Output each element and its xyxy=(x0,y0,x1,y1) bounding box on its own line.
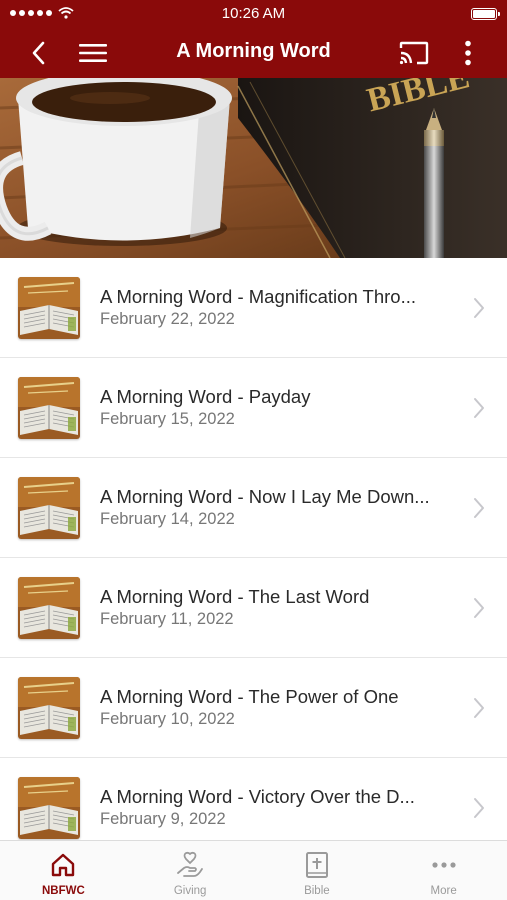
tab-bible[interactable]: Bible xyxy=(254,841,381,900)
more-vertical-icon xyxy=(465,40,471,66)
item-thumbnail xyxy=(18,777,80,839)
coffee-and-bible-illustration: BIBLE xyxy=(0,78,507,258)
item-title: A Morning Word - Payday xyxy=(100,386,311,407)
tab-label: NBFWC xyxy=(41,885,85,897)
item-title: A Morning Word - Victory Over the D... xyxy=(100,786,415,807)
item-date: February 11, 2022 xyxy=(100,610,234,628)
chevron-left-icon xyxy=(32,41,45,65)
overflow-menu-button[interactable] xyxy=(448,28,488,78)
list-item[interactable]: A Morning Word - Now I Lay Me Down... Fe… xyxy=(0,458,507,558)
item-date: February 9, 2022 xyxy=(100,810,226,828)
list-item[interactable]: A Morning Word - Magnification Thro... F… xyxy=(0,258,507,358)
open-bible-thumbnail-icon xyxy=(18,577,80,639)
chevron-right-icon xyxy=(474,398,484,418)
open-bible-thumbnail-icon xyxy=(18,777,80,839)
tab-label: Bible xyxy=(304,885,330,897)
status-time: 10:26 AM xyxy=(221,5,286,22)
item-title: A Morning Word - Now I Lay Me Down... xyxy=(100,486,430,507)
item-date: February 14, 2022 xyxy=(100,510,235,528)
chevron-right-icon xyxy=(474,498,484,518)
tab-label: Giving xyxy=(173,885,207,897)
hamburger-icon xyxy=(79,44,107,62)
tab-label: More xyxy=(430,885,457,897)
tab-bar: NBFWC Giving Bible More xyxy=(0,840,507,900)
item-thumbnail xyxy=(18,677,80,739)
list-item[interactable]: A Morning Word - The Last Word February … xyxy=(0,558,507,658)
hero-image: BIBLE xyxy=(0,78,507,258)
status-bar: 10:26 AM xyxy=(0,0,507,28)
item-title: A Morning Word - Magnification Thro... xyxy=(100,286,417,307)
cast-button[interactable] xyxy=(394,28,434,78)
list-item[interactable]: A Morning Word - Payday February 15, 202… xyxy=(0,358,507,458)
morning-word-list: A Morning Word - Magnification Thro... F… xyxy=(0,258,507,840)
bible-icon xyxy=(305,851,329,879)
open-bible-thumbnail-icon xyxy=(18,677,80,739)
list-item[interactable]: A Morning Word - The Power of One Februa… xyxy=(0,658,507,758)
nav-bar: A Morning Word xyxy=(0,28,507,78)
tab-giving[interactable]: Giving xyxy=(127,841,254,900)
chevron-right-icon xyxy=(474,298,484,318)
item-thumbnail xyxy=(18,277,80,339)
battery-icon xyxy=(471,8,500,20)
tab-nbfwc[interactable]: NBFWC xyxy=(0,841,127,900)
item-thumbnail xyxy=(18,577,80,639)
menu-button[interactable] xyxy=(73,28,113,78)
open-bible-thumbnail-icon xyxy=(18,377,80,439)
page-title: A Morning Word xyxy=(176,40,331,62)
home-icon xyxy=(50,851,76,879)
item-thumbnail xyxy=(18,477,80,539)
tab-more[interactable]: More xyxy=(380,841,507,900)
chevron-right-icon xyxy=(474,798,484,818)
list-item[interactable]: A Morning Word - Victory Over the D... F… xyxy=(0,758,507,840)
open-bible-thumbnail-icon xyxy=(18,477,80,539)
back-button[interactable] xyxy=(18,28,58,78)
item-title: A Morning Word - The Power of One xyxy=(100,686,399,707)
item-date: February 15, 2022 xyxy=(100,410,235,428)
cast-icon xyxy=(399,41,429,65)
item-thumbnail xyxy=(18,377,80,439)
item-title: A Morning Word - The Last Word xyxy=(100,586,370,607)
item-date: February 22, 2022 xyxy=(100,310,235,328)
item-date: February 10, 2022 xyxy=(100,710,235,728)
more-horizontal-icon xyxy=(431,851,457,879)
chevron-right-icon xyxy=(474,598,484,618)
chevron-right-icon xyxy=(474,698,484,718)
giving-hand-icon xyxy=(176,851,204,879)
open-bible-thumbnail-icon xyxy=(18,277,80,339)
